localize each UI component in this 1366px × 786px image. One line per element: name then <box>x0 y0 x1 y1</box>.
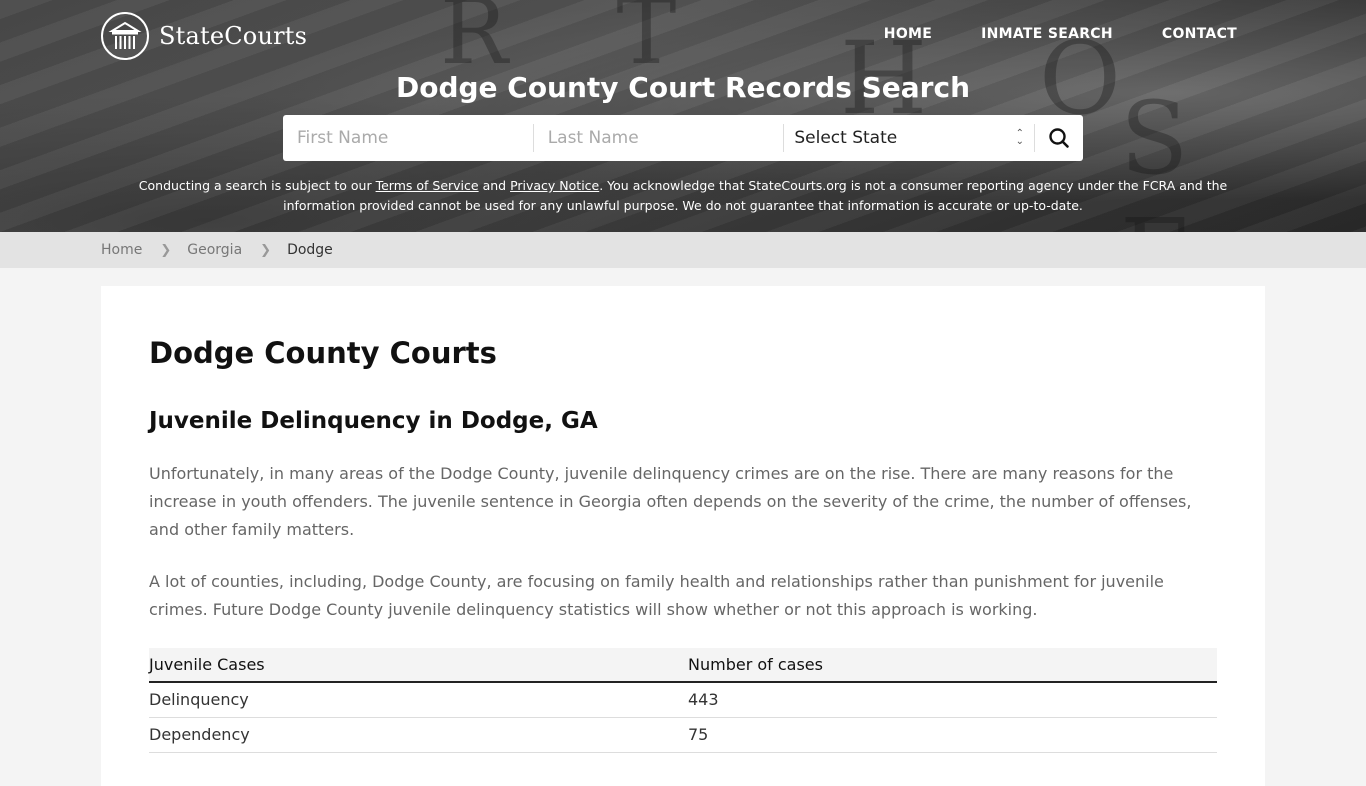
table-header-row: Juvenile Cases Number of cases <box>149 648 1217 683</box>
disclaimer-text: Conducting a search is subject to our <box>138 178 376 193</box>
intro-paragraph: Unfortunately, in many areas of the Dodg… <box>149 464 1192 539</box>
last-name-input[interactable] <box>533 115 784 161</box>
column-header-count: Number of cases <box>688 648 1217 683</box>
breadcrumb-home[interactable]: Home <box>101 242 142 258</box>
case-type-cell: Delinquency <box>149 682 688 718</box>
nav-contact-link[interactable]: CONTACT <box>1162 26 1237 42</box>
main-nav: HOME INMATE SEARCH CONTACT <box>884 26 1237 42</box>
breadcrumb: Home ❯ Georgia ❯ Dodge <box>101 232 1366 268</box>
first-name-input[interactable] <box>283 115 533 161</box>
breadcrumb-bar: Home ❯ Georgia ❯ Dodge <box>0 232 1366 268</box>
approach-paragraph: A lot of counties, including, Dodge Coun… <box>149 572 1164 619</box>
breadcrumb-current: Dodge <box>287 242 333 258</box>
statecourts-logo-link[interactable]: StateCourts <box>101 12 307 60</box>
juvenile-cases-table: Juvenile Cases Number of cases Delinquen… <box>149 648 1217 753</box>
court-records-search-form: Select State ⌃⌄ <box>283 115 1083 161</box>
disclaimer-text: and <box>478 178 511 193</box>
column-header-case-type: Juvenile Cases <box>149 648 688 683</box>
search-icon <box>1049 128 1069 148</box>
search-button[interactable] <box>1035 115 1083 161</box>
select-updown-arrows-icon: ⌃ ⌄ <box>1015 128 1025 147</box>
state-select[interactable]: Select State ⌃ ⌄ <box>784 115 1034 161</box>
nav-inmate-search-link[interactable]: INMATE SEARCH <box>981 26 1113 42</box>
case-count-cell: 443 <box>688 682 1217 718</box>
table-row: Delinquency 443 <box>149 682 1217 718</box>
search-disclaimer: Conducting a search is subject to our Te… <box>120 176 1246 216</box>
state-select-value: Select State <box>794 128 898 148</box>
case-type-cell: Dependency <box>149 717 688 753</box>
breadcrumb-georgia[interactable]: Georgia <box>187 242 242 258</box>
table-row: Dependency 75 <box>149 717 1217 753</box>
brand-name: StateCourts <box>159 22 308 50</box>
terms-of-service-link[interactable]: Terms of Service <box>376 178 479 193</box>
chevron-right-icon: ❯ <box>260 242 272 258</box>
top-navigation-bar: StateCourts HOME INMATE SEARCH CONTACT <box>0 0 1366 72</box>
courthouse-pillars-icon <box>101 12 149 60</box>
hero-banner: R T H O S E StateCourts HOME INMATE SEAR… <box>0 0 1366 232</box>
page-title: Dodge County Courts <box>149 336 497 370</box>
search-page-title: Dodge County Court Records Search <box>395 71 971 104</box>
privacy-notice-link[interactable]: Privacy Notice <box>510 178 599 193</box>
chevron-right-icon: ❯ <box>160 242 172 258</box>
section-title: Juvenile Delinquency in Dodge, GA <box>149 408 598 434</box>
content-card: Dodge County Courts Juvenile Delinquency… <box>101 286 1265 786</box>
nav-home-link[interactable]: HOME <box>884 26 932 42</box>
case-count-cell: 75 <box>688 717 1217 753</box>
